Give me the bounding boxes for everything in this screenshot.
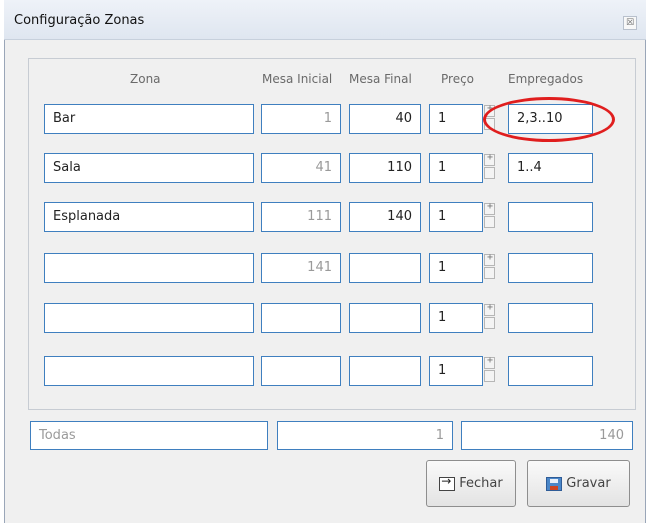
stepper-down-icon[interactable] (484, 118, 495, 130)
stepper-down-icon[interactable] (484, 216, 495, 228)
stepper-down-icon[interactable] (484, 370, 495, 382)
mesa-inicial-field[interactable]: 111 (261, 202, 341, 232)
preco-stepper[interactable] (484, 355, 496, 386)
stepper-down-icon[interactable] (484, 167, 495, 179)
save-button[interactable]: Gravar (527, 460, 630, 507)
zona-field[interactable] (44, 303, 254, 333)
stepper-up-icon[interactable] (484, 103, 495, 117)
close-icon[interactable]: ☒ (623, 16, 637, 30)
mesa-final-field[interactable] (349, 253, 421, 283)
close-button[interactable]: Fechar (426, 460, 516, 507)
preco-stepper[interactable] (484, 302, 496, 333)
window-title: Configuração Zonas (14, 13, 145, 28)
preco-field[interactable]: 1 (429, 253, 483, 283)
close-button-label: Fechar (459, 476, 503, 491)
preco-stepper[interactable] (484, 152, 496, 183)
mesa-final-field[interactable]: 140 (349, 202, 421, 232)
preco-field[interactable]: 1 (429, 303, 483, 333)
mesa-inicial-field[interactable]: 141 (261, 253, 341, 283)
empregados-field[interactable] (508, 303, 593, 333)
stepper-up-icon[interactable] (484, 201, 495, 215)
preco-field[interactable]: 1 (429, 104, 483, 134)
empregados-field[interactable]: 1..4 (508, 153, 593, 183)
stepper-up-icon[interactable] (484, 302, 495, 316)
header-empregados: Empregados (508, 72, 584, 86)
empregados-field[interactable] (508, 202, 593, 232)
preco-stepper[interactable] (484, 252, 496, 283)
mesa-inicial-field[interactable] (261, 303, 341, 333)
totals-label-field: Todas (30, 421, 268, 450)
zona-field[interactable]: Sala (44, 153, 254, 183)
mesa-final-field[interactable]: 40 (349, 104, 421, 134)
stepper-down-icon[interactable] (484, 317, 495, 329)
preco-stepper[interactable] (484, 103, 496, 134)
mesa-final-field[interactable]: 110 (349, 153, 421, 183)
stepper-up-icon[interactable] (484, 152, 495, 166)
preco-stepper[interactable] (484, 201, 496, 232)
header-preco: Preço (441, 72, 475, 86)
preco-field[interactable]: 1 (429, 202, 483, 232)
totals-first-field: 1 (277, 421, 453, 450)
stepper-up-icon[interactable] (484, 252, 495, 266)
stepper-up-icon[interactable] (484, 355, 495, 369)
mesa-final-field[interactable] (349, 356, 421, 386)
exit-icon (439, 474, 456, 491)
save-button-label: Gravar (566, 476, 611, 491)
preco-field[interactable]: 1 (429, 356, 483, 386)
totals-last-field: 140 (461, 421, 633, 450)
save-icon (546, 476, 563, 491)
title-bar: Configuração Zonas ☒ (4, 0, 646, 40)
stepper-down-icon[interactable] (484, 267, 495, 279)
zona-field[interactable] (44, 253, 254, 283)
empregados-field[interactable] (508, 356, 593, 386)
zona-field[interactable]: Esplanada (44, 202, 254, 232)
zona-field[interactable]: Bar (44, 104, 254, 134)
mesa-final-field[interactable] (349, 303, 421, 333)
header-mesa-inicial: Mesa Inicial (262, 72, 333, 86)
mesa-inicial-field[interactable]: 1 (261, 104, 341, 134)
header-zona: Zona (130, 72, 161, 86)
mesa-inicial-field[interactable] (261, 356, 341, 386)
mesa-inicial-field[interactable]: 41 (261, 153, 341, 183)
preco-field[interactable]: 1 (429, 153, 483, 183)
empregados-field[interactable]: 2,3..10 (508, 104, 593, 134)
header-mesa-final: Mesa Final (349, 72, 412, 86)
zona-field[interactable] (44, 356, 254, 386)
empregados-field[interactable] (508, 253, 593, 283)
